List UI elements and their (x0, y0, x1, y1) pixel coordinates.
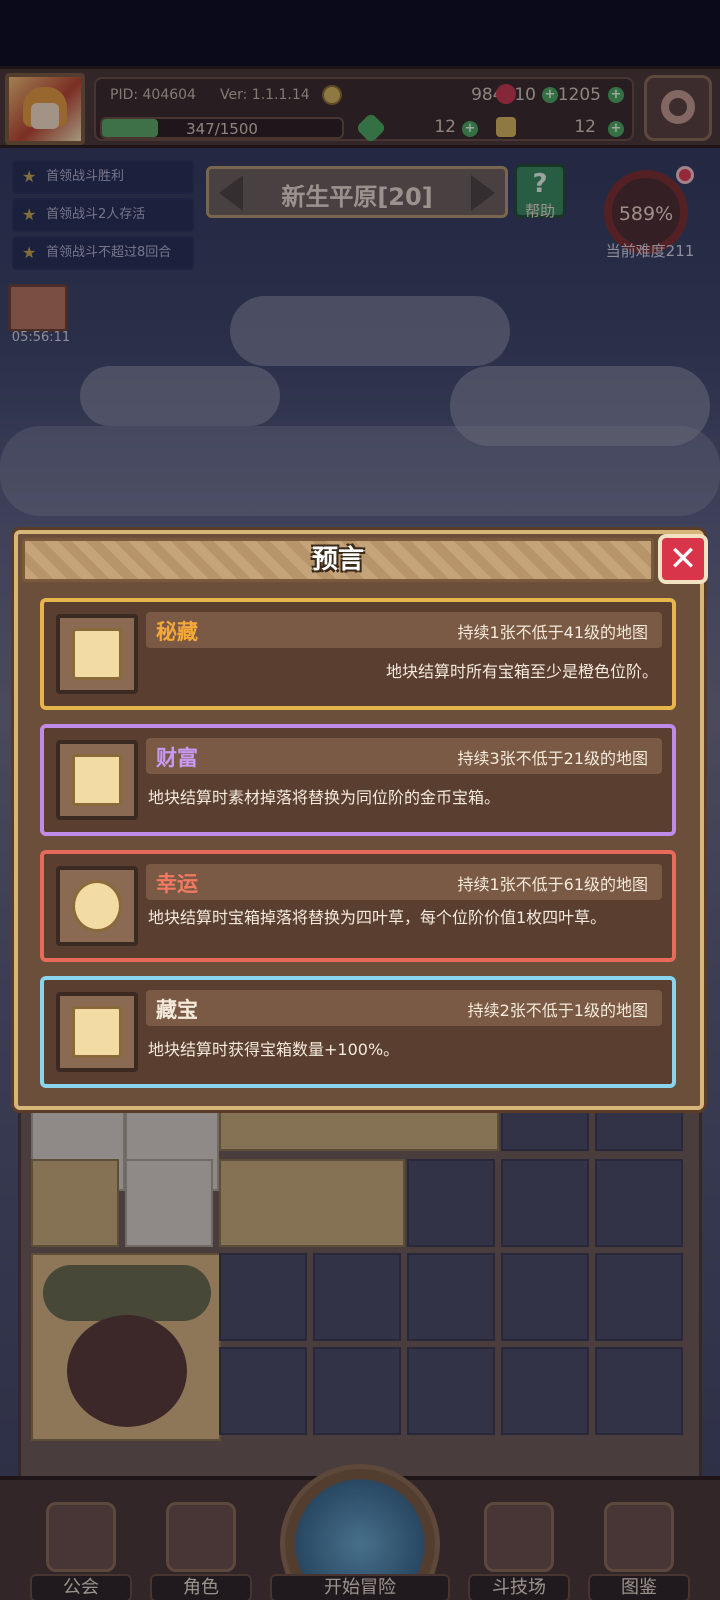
card-name-bar: 藏宝 持续2张不低于1级的地图 (146, 990, 662, 1026)
prophecy-card[interactable]: 秘藏 持续1张不低于41级的地图 地块结算时所有宝箱至少是橙色位阶。 (40, 598, 676, 710)
card-name: 幸运 (156, 872, 198, 896)
card-duration: 持续3张不低于21级的地图 (457, 749, 648, 768)
prophecy-card[interactable]: 幸运 持续1张不低于61级的地图 地块结算时宝箱掉落将替换为四叶草，每个位阶价值… (40, 850, 676, 962)
close-button[interactable]: ✕ (658, 534, 708, 584)
card-name-bar: 秘藏 持续1张不低于41级的地图 (146, 612, 662, 648)
card-name: 藏宝 (156, 998, 198, 1022)
scroll-icon (56, 992, 138, 1072)
card-duration: 持续1张不低于41级的地图 (457, 623, 648, 642)
dialog-header: 预言 (22, 538, 654, 582)
card-description: 地块结算时素材掉落将替换为同位阶的金币宝箱。 (148, 788, 501, 807)
card-name: 秘藏 (156, 620, 198, 644)
clover-icon (56, 866, 138, 946)
close-icon: ✕ (668, 539, 698, 579)
scroll-icon (56, 614, 138, 694)
dialog-title: 预言 (311, 545, 364, 575)
coin-stack-icon (56, 740, 138, 820)
card-name-bar: 财富 持续3张不低于21级的地图 (146, 738, 662, 774)
card-description: 地块结算时宝箱掉落将替换为四叶草，每个位阶价值1枚四叶草。 (148, 908, 607, 927)
prophecy-card[interactable]: 藏宝 持续2张不低于1级的地图 地块结算时获得宝箱数量+100%。 (40, 976, 676, 1088)
card-name: 财富 (156, 746, 198, 770)
card-description: 地块结算时所有宝箱至少是橙色位阶。 (385, 662, 658, 681)
card-duration: 持续2张不低于1级的地图 (467, 1001, 648, 1020)
prophecy-dialog: 预言 ✕ 秘藏 持续1张不低于41级的地图 地块结算时所有宝箱至少是橙色位阶。 … (14, 530, 708, 1110)
prophecy-card[interactable]: 财富 持续3张不低于21级的地图 地块结算时素材掉落将替换为同位阶的金币宝箱。 (40, 724, 676, 836)
card-duration: 持续1张不低于61级的地图 (457, 875, 648, 894)
card-description: 地块结算时获得宝箱数量+100%。 (148, 1040, 400, 1059)
card-name-bar: 幸运 持续1张不低于61级的地图 (146, 864, 662, 900)
